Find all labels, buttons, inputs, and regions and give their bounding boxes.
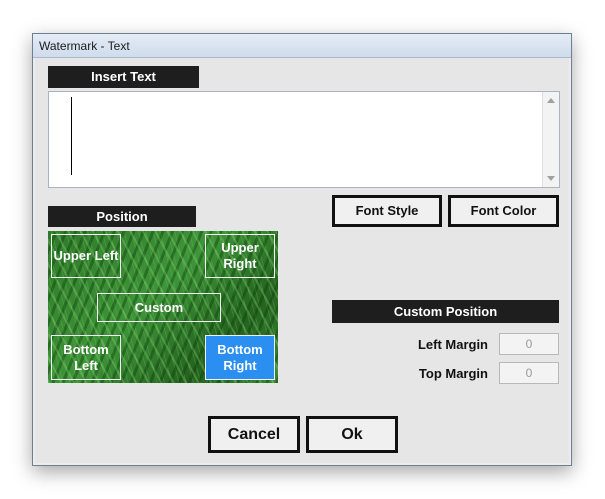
dialog-body: Insert Text Position Upper Left Upper Ri… [35, 58, 569, 463]
scroll-up-icon[interactable] [547, 98, 555, 103]
text-caret [71, 97, 72, 175]
position-upper-left-button[interactable]: Upper Left [51, 234, 121, 278]
custom-position-header: Custom Position [332, 300, 559, 323]
text-scrollbar[interactable] [542, 92, 559, 187]
insert-text-input[interactable] [48, 91, 560, 188]
watermark-text-dialog: Watermark - Text Insert Text Position Up… [32, 33, 572, 466]
position-header: Position [48, 206, 196, 227]
cancel-button[interactable]: Cancel [208, 416, 300, 453]
position-upper-right-button[interactable]: Upper Right [205, 234, 275, 278]
position-bottom-left-button[interactable]: Bottom Left [51, 335, 121, 380]
position-bottom-right-button[interactable]: Bottom Right [205, 335, 275, 380]
position-preview: Upper Left Upper Right Custom Bottom Lef… [48, 231, 278, 383]
title-bar[interactable]: Watermark - Text [33, 34, 571, 58]
left-margin-input[interactable]: 0 [499, 333, 559, 355]
font-color-button[interactable]: Font Color [448, 195, 559, 227]
left-margin-label: Left Margin [417, 337, 488, 352]
window-title: Watermark - Text [39, 39, 130, 53]
position-custom-button[interactable]: Custom [97, 293, 221, 322]
top-margin-label: Top Margin [418, 366, 488, 381]
ok-button[interactable]: Ok [306, 416, 398, 453]
insert-text-header: Insert Text [48, 66, 199, 88]
top-margin-input[interactable]: 0 [499, 362, 559, 384]
font-style-button[interactable]: Font Style [332, 195, 442, 227]
scroll-down-icon[interactable] [547, 176, 555, 181]
